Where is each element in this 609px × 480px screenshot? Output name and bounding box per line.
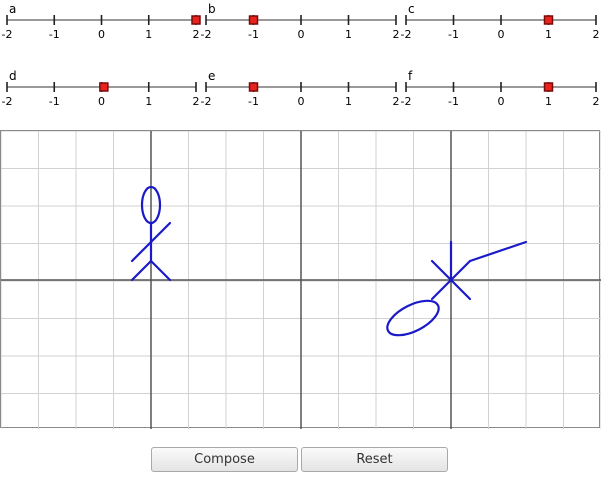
slider-tick-label: -2 [401,95,412,108]
slider-tick-label: 2 [393,95,400,108]
slider-label: c [408,2,415,16]
slider-b[interactable]: b -2 -1 0 1 2 [201,2,400,41]
slider-handle[interactable] [191,15,201,25]
compose-button[interactable]: Compose [151,447,298,472]
slider-tick-label: 2 [593,95,600,108]
slider-tick-label: -2 [401,28,412,41]
axes [1,131,601,429]
slider-tick-label: 1 [145,95,152,108]
slider-label: e [208,69,215,83]
slider-f[interactable]: f -2 -1 0 1 2 [401,69,600,108]
slider-handle[interactable] [248,15,259,25]
transformed-stick-figure [386,240,528,337]
slider-tick-label: -2 [2,28,13,41]
original-figure-right-leg [149,259,172,282]
slider-tick-label: -1 [248,95,259,108]
slider-label: b [208,2,216,16]
slider-tick-label: -2 [201,95,212,108]
slider-handle[interactable] [543,15,554,25]
transformed-figure-body [430,278,453,301]
slider-tick-label: 0 [298,95,305,108]
slider-tick-label: 0 [98,95,105,108]
slider-c[interactable]: c -2 -1 0 1 2 [401,2,600,41]
slider-a[interactable]: a -2 -1 0 1 2 [2,2,201,41]
slider-tick-label: 1 [545,28,552,41]
slider-tick-label: -2 [2,95,13,108]
slider-tick-label: 1 [545,95,552,108]
slider-tick-label: 2 [593,28,600,41]
slider-tick-label: 0 [498,28,505,41]
slider-tick-label: -1 [448,28,459,41]
slider-label: f [408,69,413,83]
reset-button[interactable]: Reset [301,447,448,472]
slider-tick-label: 0 [298,28,305,41]
slider-tick-label: 1 [145,28,152,41]
slider-label: d [9,69,17,83]
transformed-figure-arm-upper [430,259,453,282]
transformed-figure-leg-joint [449,259,472,282]
slider-panel: a-2 -1 0 1 2b-2 -1 0 1 2c-2 -1 0 1 2d-2 -1 0 1 2e-2 -1 0 1 2… [2,2,600,108]
slider-handle[interactable] [99,82,109,92]
slider-handle[interactable] [248,82,259,92]
original-figure-right-arm [149,221,172,244]
slider-tick-label: 1 [345,28,352,41]
transformed-figure-arm-lower [449,278,472,301]
slider-d[interactable]: d -2 -1 0 1 2 [2,69,200,108]
slider-tick-label: -1 [49,28,60,41]
slider-tick-label: -1 [248,28,259,41]
slider-tick-label: 0 [498,95,505,108]
slider-tick-label: 2 [193,28,200,41]
slider-e[interactable]: e -2 -1 0 1 2 [201,69,400,108]
slider-tick-label: -2 [201,28,212,41]
slider-label: a [9,2,16,16]
original-figure-left-leg [130,259,153,282]
slider-tick-label: 2 [193,95,200,108]
slider-handle[interactable] [543,82,554,92]
transformed-figure-leg-long [468,240,528,263]
original-figure-left-arm [130,240,153,263]
slider-tick-label: -1 [448,95,459,108]
coordinate-plane [0,130,601,429]
slider-tick-label: 2 [393,28,400,41]
slider-tick-label: -1 [49,95,60,108]
slider-tick-label: 0 [98,28,105,41]
slider-tick-label: 1 [345,95,352,108]
